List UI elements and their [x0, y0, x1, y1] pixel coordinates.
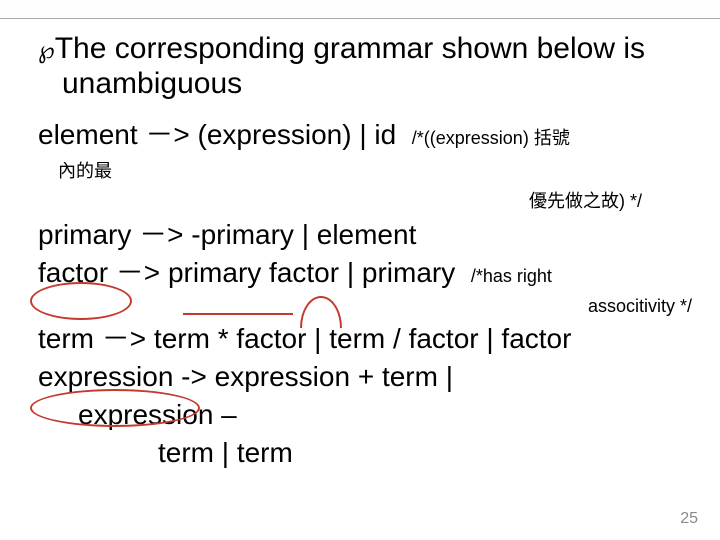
rule-element-note: 內的最	[58, 157, 702, 183]
rule-factor-comment-b: associtivity */	[38, 296, 702, 317]
slide-content: ℘The corresponding grammar shown below i…	[0, 18, 720, 540]
rule-primary: primary －> -primary | element	[38, 219, 702, 251]
rule-term: term －> term * factor | term / factor | …	[38, 323, 702, 355]
slide: ℘The corresponding grammar shown below i…	[0, 0, 720, 540]
intro-paragraph: ℘The corresponding grammar shown below i…	[38, 32, 702, 101]
page-number: 25	[680, 510, 698, 528]
rule-factor: factor －> primary factor | primary /*has…	[38, 257, 702, 289]
rule-expr-3: term | term	[38, 437, 702, 469]
rule-expr-1: expression -> expression + term |	[38, 361, 702, 393]
top-bar	[0, 0, 720, 19]
rule-element-comment-b: 優先做之故) */	[38, 187, 702, 213]
rule-expr-2: expression –	[38, 399, 702, 431]
rule-factor-comment-a: /*has right	[471, 266, 552, 286]
intro-text: The corresponding grammar shown below is…	[55, 32, 645, 100]
rule-factor-text: factor －> primary factor | primary	[38, 257, 455, 288]
rule-element: element －> (expression) | id /*((express…	[38, 119, 702, 151]
rule-element-text: element －> (expression) | id	[38, 119, 396, 150]
bullet-icon: ℘	[38, 37, 55, 64]
rule-element-comment-a: /*((expression) 括號	[412, 128, 570, 148]
